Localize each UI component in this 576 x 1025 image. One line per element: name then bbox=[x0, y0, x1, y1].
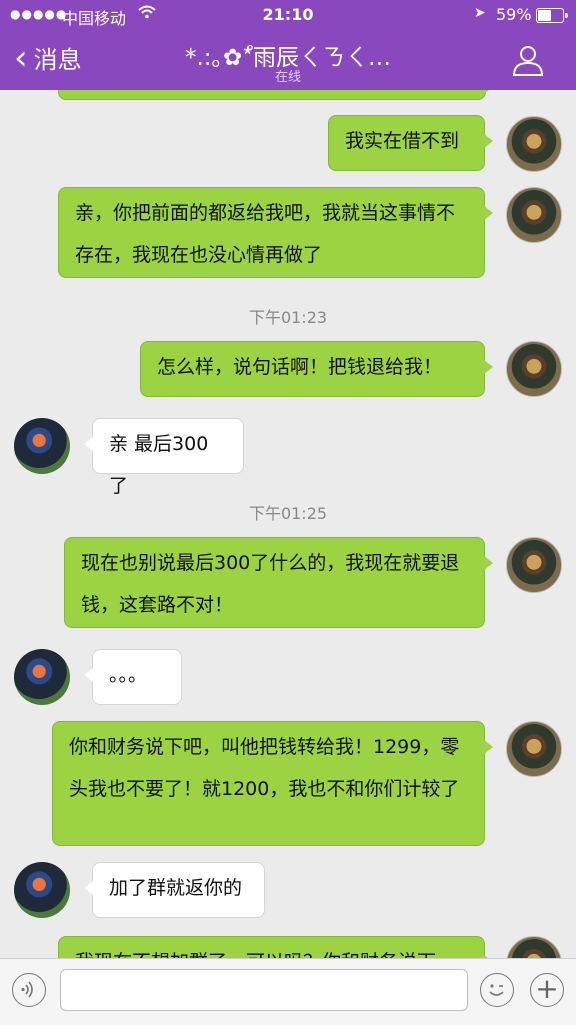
my-avatar[interactable] bbox=[506, 936, 562, 958]
input-bar: + bbox=[0, 958, 576, 1025]
contact-avatar[interactable] bbox=[14, 418, 70, 474]
my-avatar[interactable] bbox=[506, 537, 562, 593]
message-bubble-partial bbox=[58, 90, 494, 100]
message-bubble: 我现在不想加群了，可以吗？你和财务说下 bbox=[58, 936, 493, 958]
online-status: 在线 bbox=[274, 70, 301, 85]
my-avatar[interactable] bbox=[506, 341, 562, 397]
message-bubble: 怎么样，说句话啊！把钱退给我！ bbox=[140, 341, 493, 397]
timestamp: 下午01:25 bbox=[248, 504, 328, 523]
message-bubble: 现在也别说最后300了什么的，我现在就要退钱，这套路不对！ bbox=[64, 537, 493, 628]
plus-icon: + bbox=[535, 972, 559, 1005]
my-avatar[interactable] bbox=[506, 187, 562, 243]
message-bubble: 我实在借不到 bbox=[328, 115, 493, 171]
message-bubble: 。。。 bbox=[84, 649, 182, 705]
message-bubble: 你和财务说下吧，叫他把钱转给我！1299，零头我也不要了！就1200，我也不和你… bbox=[52, 721, 493, 846]
voice-button[interactable] bbox=[12, 973, 46, 1007]
contact-avatar[interactable] bbox=[14, 649, 70, 705]
battery-percent: 59% bbox=[496, 5, 532, 24]
emoji-button[interactable] bbox=[480, 973, 514, 1007]
message-bubble: 加了群就返你的 bbox=[84, 862, 265, 918]
smiley-icon bbox=[489, 984, 504, 996]
profile-button[interactable] bbox=[510, 42, 546, 78]
timestamp: 下午01:23 bbox=[248, 308, 328, 327]
chat-area[interactable]: 我实在借不到 亲，你把前面的都返给我吧，我就当这事情不存在，我现在也没心情再做了… bbox=[0, 90, 576, 958]
nav-bar: ‹ 消息 *.:｡✿*゚雨辰ㄑㄋㄑ… 在线 bbox=[0, 30, 576, 90]
more-button[interactable]: + bbox=[530, 973, 564, 1007]
message-bubble: 亲 最后300了 bbox=[84, 418, 244, 497]
battery-icon bbox=[536, 8, 568, 23]
contact-avatar[interactable] bbox=[14, 862, 70, 918]
my-avatar[interactable] bbox=[506, 721, 562, 777]
status-bar: ●●●●● 中国移动 21:10 ➤ 59% bbox=[0, 0, 576, 30]
voice-icon bbox=[21, 981, 33, 998]
person-icon bbox=[512, 46, 544, 76]
message-bubble: 亲，你把前面的都返给我吧，我就当这事情不存在，我现在也没心情再做了 bbox=[58, 187, 493, 278]
location-arrow-icon: ➤ bbox=[474, 5, 486, 21]
message-input[interactable] bbox=[60, 969, 468, 1011]
clock: 21:10 bbox=[262, 5, 314, 24]
my-avatar[interactable] bbox=[506, 116, 562, 172]
